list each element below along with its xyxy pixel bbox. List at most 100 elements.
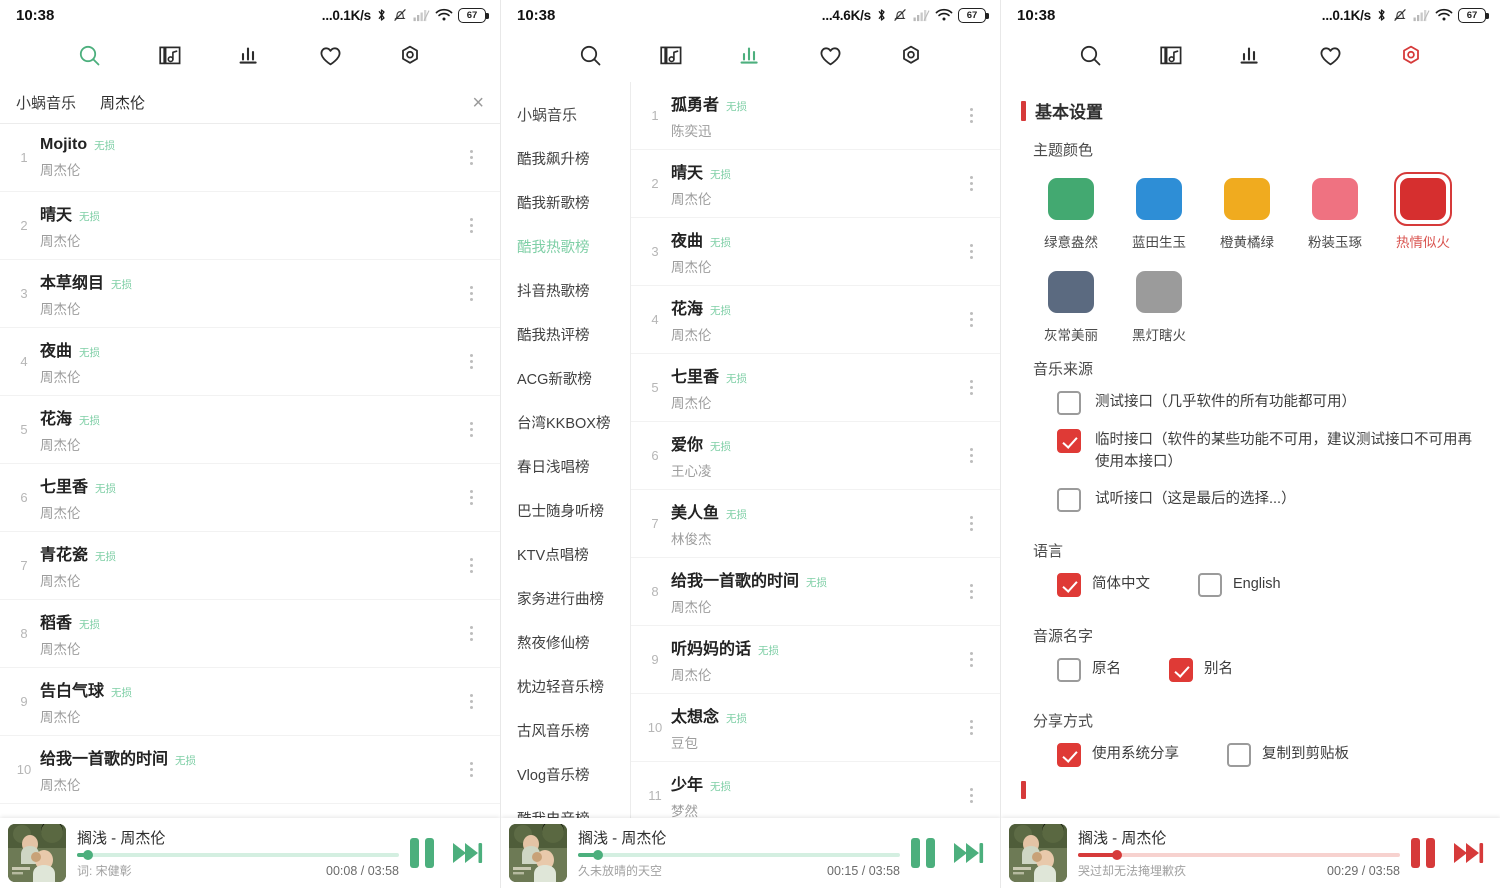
song-more-button[interactable] [958,176,984,191]
color-swatch[interactable] [1136,271,1182,313]
player-bar[interactable]: 搁浅 - 周杰伦 久未放晴的天空 00:15 / 03:58 [501,818,1000,888]
chart-item[interactable]: 家务进行曲榜 [501,576,630,620]
song-row[interactable]: 9 告白气球 无损 周杰伦 [0,668,500,736]
song-more-button[interactable] [958,652,984,667]
song-row[interactable]: 2 晴天 无损 周杰伦 [0,192,500,260]
song-more-button[interactable] [958,312,984,327]
nav-songlist[interactable] [130,30,210,82]
source-name-option[interactable]: 别名 [1169,657,1233,682]
song-more-button[interactable] [458,490,484,505]
song-row[interactable]: 2 晴天 无损 周杰伦 [631,150,1000,218]
pause-icon[interactable] [911,838,935,868]
search-header[interactable]: 小蜗音乐 周杰伦 × [0,82,500,124]
chart-item[interactable]: KTV点唱榜 [501,532,630,576]
nav-chart[interactable] [711,30,791,82]
source-name-option[interactable]: 原名 [1057,657,1121,682]
nav-search[interactable] [50,30,130,82]
progress-bar[interactable] [77,850,399,860]
song-more-button[interactable] [958,516,984,531]
chart-item[interactable]: 台湾KKBOX榜 [501,400,630,444]
album-cover[interactable] [1009,824,1067,882]
nav-heart[interactable] [290,30,370,82]
chart-item[interactable]: 酷我新歌榜 [501,180,630,224]
song-row[interactable]: 4 花海 无损 周杰伦 [631,286,1000,354]
album-cover[interactable] [509,824,567,882]
progress-bar[interactable] [578,850,900,860]
checkbox[interactable] [1057,487,1081,512]
song-row[interactable]: 3 本草纲目 无损 周杰伦 [0,260,500,328]
nav-settings[interactable] [1371,30,1451,82]
color-swatch[interactable] [1136,178,1182,220]
progress-knob[interactable] [593,850,604,860]
progress-bar[interactable] [1078,850,1400,860]
search-results-list[interactable]: 1 Mojito 无损 周杰伦 2 晴天 无损 周杰伦 3 本草纲目 无损 周杰… [0,124,500,887]
color-swatch[interactable] [1400,178,1446,220]
theme-color-swatches[interactable]: 绿意盎然 蓝田生玉 橙黄橘绿 粉装玉琢 热情似火 灰常美丽 黑灯瞎火 [1001,172,1500,358]
chart-songs-list[interactable]: 1 孤勇者 无损 陈奕迅 2 晴天 无损 周杰伦 3 夜曲 无损 周杰伦 4 花… [631,82,1000,888]
song-more-button[interactable] [958,244,984,259]
song-row[interactable]: 8 稻香 无损 周杰伦 [0,600,500,668]
chart-item[interactable]: 酷我热评榜 [501,312,630,356]
progress-knob[interactable] [82,850,93,860]
theme-color-option[interactable]: 橙黄橘绿 [1203,172,1291,251]
song-more-button[interactable] [958,788,984,803]
player-bar[interactable]: 搁浅 - 周杰伦 词: 宋健彰 00:08 / 03:58 [0,818,500,888]
pause-icon[interactable] [410,838,434,868]
chart-item[interactable]: 古风音乐榜 [501,708,630,752]
music-source-option[interactable]: 临时接口（软件的某些功能不可用，建议测试接口不可用再使用本接口） [1057,429,1480,474]
checkbox[interactable] [1057,429,1081,453]
music-source-option[interactable]: 测试接口（几乎软件的所有功能都可用） [1057,391,1480,415]
nav-heart[interactable] [791,30,871,82]
share-mode[interactable]: 使用系统分享 复制到剪贴板 [1001,742,1500,767]
share-mode-option[interactable]: 复制到剪贴板 [1227,742,1349,767]
nav-settings[interactable] [871,30,951,82]
chart-item[interactable]: ACG新歌榜 [501,356,630,400]
song-row[interactable]: 10 太想念 无损 豆包 [631,694,1000,762]
language[interactable]: 简体中文 English [1001,572,1500,597]
song-row[interactable]: 6 七里香 无损 周杰伦 [0,464,500,532]
nav-songlist[interactable] [1131,30,1211,82]
nav-settings[interactable] [370,30,450,82]
song-row[interactable]: 7 青花瓷 无损 周杰伦 [0,532,500,600]
theme-color-option[interactable]: 蓝田生玉 [1115,172,1203,251]
song-more-button[interactable] [458,626,484,641]
theme-color-option[interactable]: 热情似火 [1379,172,1467,251]
theme-color-option[interactable]: 灰常美丽 [1027,265,1115,344]
theme-color-option[interactable]: 黑灯瞎火 [1115,265,1203,344]
song-row[interactable]: 8 给我一首歌的时间 无损 周杰伦 [631,558,1000,626]
pause-icon[interactable] [1411,838,1435,868]
language-option[interactable]: English [1198,572,1281,597]
color-swatch[interactable] [1312,178,1358,220]
song-more-button[interactable] [458,694,484,709]
next-track-icon[interactable] [1451,838,1485,868]
chart-category-list[interactable]: 小蜗音乐 酷我飙升榜 酷我新歌榜 酷我热歌榜 抖音热歌榜 酷我热评榜 ACG新歌榜 台湾KKB… [501,82,631,888]
color-swatch[interactable] [1224,178,1270,220]
song-row[interactable]: 5 七里香 无损 周杰伦 [631,354,1000,422]
song-row[interactable]: 3 夜曲 无损 周杰伦 [631,218,1000,286]
song-more-button[interactable] [458,762,484,777]
music-source-option[interactable]: 试听接口（这是最后的选择...） [1057,487,1480,512]
source-name[interactable]: 原名 别名 [1001,657,1500,682]
chart-item[interactable]: 春日浅唱榜 [501,444,630,488]
song-more-button[interactable] [958,448,984,463]
progress-knob[interactable] [1112,850,1123,860]
song-more-button[interactable] [458,558,484,573]
chart-item[interactable]: Vlog音乐榜 [501,752,630,796]
song-row[interactable]: 5 花海 无损 周杰伦 [0,396,500,464]
close-icon[interactable]: × [472,93,484,113]
chart-item[interactable]: 巴士随身听榜 [501,488,630,532]
color-swatch[interactable] [1048,178,1094,220]
nav-chart[interactable] [210,30,290,82]
color-swatch[interactable] [1048,271,1094,313]
song-row[interactable]: 9 听妈妈的话 无损 周杰伦 [631,626,1000,694]
language-option[interactable]: 简体中文 [1057,572,1150,597]
song-row[interactable]: 6 爱你 无损 王心凌 [631,422,1000,490]
chart-item[interactable]: 熬夜修仙榜 [501,620,630,664]
chart-item[interactable]: 酷我热歌榜 [501,224,630,268]
song-more-button[interactable] [458,354,484,369]
song-more-button[interactable] [458,422,484,437]
chart-item[interactable]: 枕边轻音乐榜 [501,664,630,708]
checkbox[interactable] [1057,742,1081,767]
player-bar[interactable]: 搁浅 - 周杰伦 哭过却无法掩埋歉疚 00:29 / 03:58 [1001,818,1500,888]
checkbox[interactable] [1057,391,1081,415]
